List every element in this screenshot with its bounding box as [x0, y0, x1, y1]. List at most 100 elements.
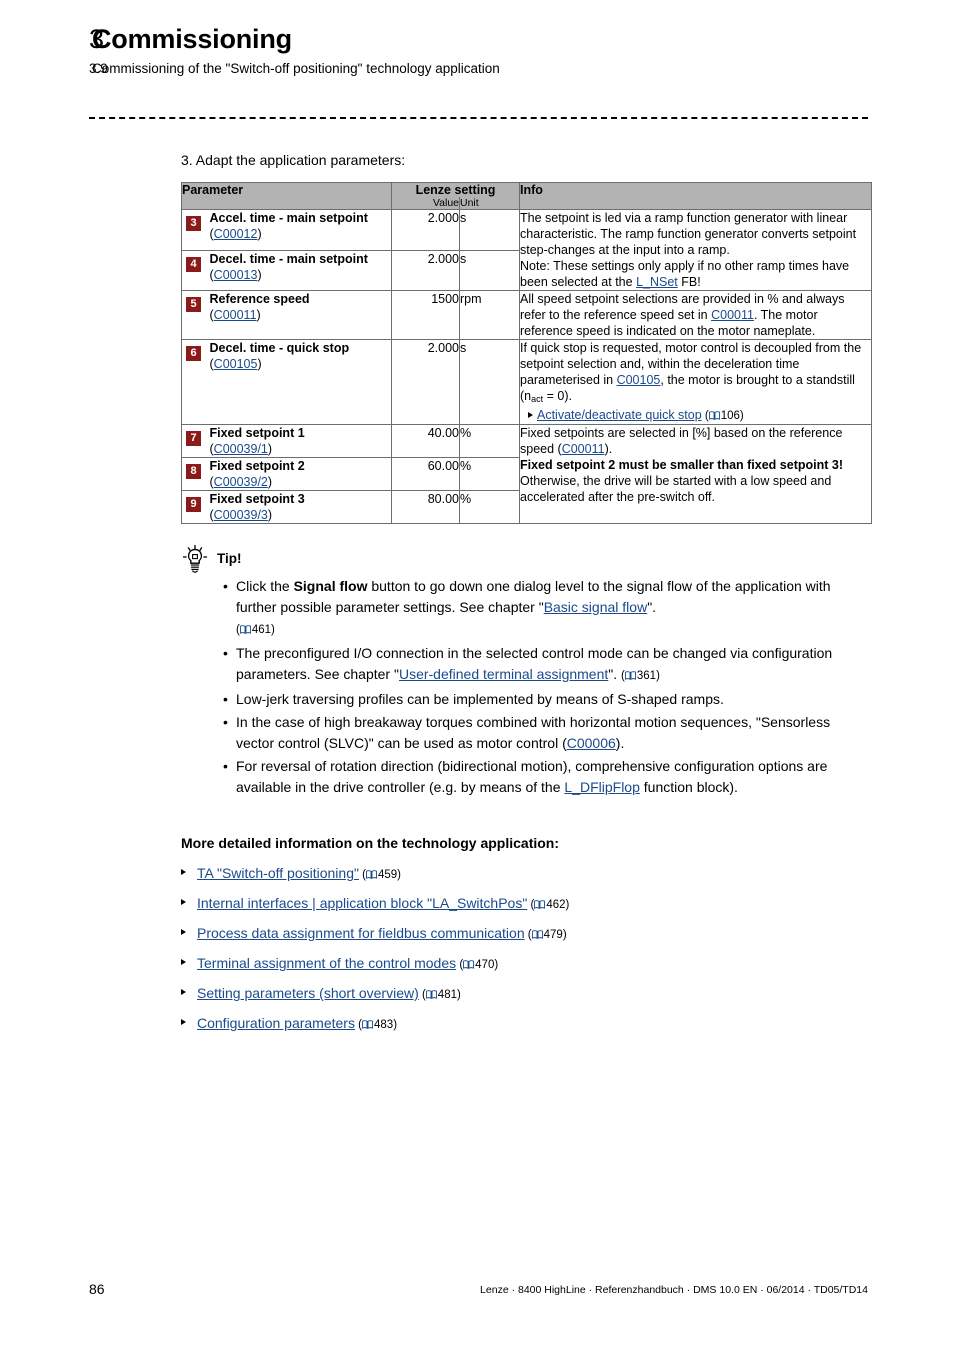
row-parameter-cell: Decel. time - quick stop (C00105) [209, 339, 392, 425]
row-unit-cell: % [459, 424, 520, 458]
tip-item-post: function block). [639, 779, 738, 795]
parameter-code-link[interactable]: C00013 [214, 268, 258, 282]
tip-item: Low-jerk traversing profiles can be impl… [223, 689, 871, 710]
page-reference: (361) [621, 670, 660, 682]
row-parameter-cell: Fixed setpoint 3 (C00039/3) [209, 490, 392, 524]
book-icon [708, 411, 720, 420]
l-dflipflop-link[interactable]: L_DFlipFlop [564, 779, 639, 795]
more-info-link[interactable]: Setting parameters (short overview) [197, 985, 419, 1001]
col-subheader-value: Value [391, 197, 460, 210]
book-icon [366, 870, 377, 879]
step-instruction: 3. Adapt the application parameters: [181, 152, 406, 168]
col-header-parameter: Parameter [181, 182, 392, 197]
tip-item-pre: Low-jerk traversing profiles can be impl… [236, 691, 724, 707]
arrow-bullet-icon [181, 929, 186, 935]
tip-item-post: ). [615, 735, 625, 751]
more-info-item: Configuration parameters (483) [181, 1013, 871, 1035]
page-reference-number: 462 [546, 899, 566, 911]
page-header: 3 Commissioning 3.9 Commissioning of the… [0, 22, 954, 78]
row-value-cell: 40.00 [391, 424, 460, 458]
tip-item-pre: In the case of high breakaway torques co… [236, 714, 831, 751]
page-reference: (462) [527, 899, 570, 911]
book-icon [362, 1020, 373, 1029]
chapter-title: Commissioning [92, 24, 292, 54]
book-icon [624, 671, 636, 680]
row-parameter-cell: Accel. time - main setpoint (C00012) [209, 209, 392, 251]
row-badge-cell: 8 [181, 457, 210, 491]
row-unit-cell: % [459, 490, 520, 524]
more-info-item: Terminal assignment of the control modes… [181, 953, 871, 975]
page-reference-number: 481 [437, 989, 457, 1001]
c00006-link[interactable]: C00006 [567, 735, 616, 751]
more-info-item: Internal interfaces | application block … [181, 893, 871, 915]
col-subheader-unit: Unit [459, 197, 520, 210]
c00011-link[interactable]: C00011 [562, 442, 605, 456]
tip-box: Tip! Click the Signal flow button to go … [181, 542, 871, 798]
book-icon [531, 930, 543, 939]
step-badge: 5 [186, 297, 201, 312]
header-divider [89, 117, 868, 119]
more-info-link[interactable]: Terminal assignment of the control modes [197, 955, 456, 971]
more-info-link[interactable]: Process data assignment for fieldbus com… [197, 925, 525, 941]
parameter-code-link[interactable]: C00011 [214, 308, 257, 322]
tip-item: For reversal of rotation direction (bidi… [223, 756, 871, 798]
c00105-link[interactable]: C00105 [617, 373, 661, 387]
parameter-code: (C00012) [209, 227, 262, 241]
more-info-item: Setting parameters (short overview) (481… [181, 983, 871, 1005]
col-header-info: Info [519, 182, 872, 210]
row-value-cell: 80.00 [391, 490, 460, 524]
parameter-code-link[interactable]: C00105 [214, 357, 258, 371]
table-row: 3 Accel. time - main setpoint (C00012) 2… [181, 209, 872, 291]
tip-item: Click the Signal flow button to go down … [223, 576, 871, 641]
footer-page-number: 86 [89, 1281, 105, 1297]
parameter-code-link[interactable]: C00039/3 [214, 508, 268, 522]
row-value-cell: 1500 [391, 290, 460, 340]
more-info-link[interactable]: Configuration parameters [197, 1015, 355, 1031]
page-reference-number: 106 [720, 410, 740, 422]
book-icon [534, 900, 546, 909]
row-badge-cell: 9 [181, 490, 210, 524]
user-defined-terminal-assignment-link[interactable]: User-defined terminal assignment [399, 666, 608, 682]
parameter-name: Decel. time - quick stop [209, 341, 350, 355]
tip-item-pre: Click the [236, 578, 294, 594]
tip-list: Click the Signal flow button to go down … [181, 576, 871, 798]
row-parameter-cell: Decel. time - main setpoint (C00013) [209, 249, 392, 291]
row-unit-cell: s [459, 249, 520, 291]
more-info-link[interactable]: Internal interfaces | application block … [197, 895, 527, 911]
basic-signal-flow-link[interactable]: Basic signal flow [544, 599, 648, 615]
parameter-code-link[interactable]: C00012 [214, 227, 258, 241]
chapter-number: 3 [89, 24, 105, 54]
row-badge-cell: 5 [181, 290, 210, 340]
col-subheader-blank [181, 197, 392, 210]
parameter-code-link[interactable]: C00039/1 [214, 442, 268, 456]
arrow-bullet-icon [528, 412, 533, 418]
page-reference: (479) [524, 929, 567, 941]
row-parameter-cell: Fixed setpoint 2 (C00039/2) [209, 457, 392, 491]
row-value-cell: 2.000 [391, 209, 460, 251]
table-header-row: Parameter Lenze setting Info [181, 182, 872, 210]
parameter-name: Fixed setpoint 2 [209, 459, 305, 473]
arrow-bullet-icon [181, 959, 186, 965]
table-row: 5 Reference speed (C00011) 1500 rpm All … [181, 290, 872, 340]
step-badge: 9 [186, 497, 201, 512]
page-reference-number: 461 [251, 624, 272, 636]
row-unit-cell: % [459, 457, 520, 491]
c00011-link[interactable]: C00011 [711, 308, 754, 322]
activate-quick-stop-link[interactable]: Activate/deactivate quick stop [537, 408, 702, 422]
info-ramp-part2-post: FB! [677, 275, 701, 289]
more-info-link[interactable]: TA "Switch-off positioning" [197, 865, 359, 881]
tip-item-pre: For reversal of rotation direction (bidi… [236, 758, 828, 795]
book-icon [425, 990, 437, 999]
row-info-cell: The setpoint is led via a ramp function … [519, 209, 872, 291]
l-nset-link[interactable]: L_NSet [636, 275, 678, 289]
tip-item: The preconfigured I/O connection in the … [223, 643, 871, 687]
header-section-row: 3.9 Commissioning of the "Switch-off pos… [0, 60, 954, 78]
row-badge-cell: 6 [181, 339, 210, 425]
step-badge: 3 [186, 216, 201, 231]
tip-header: Tip! [181, 542, 871, 574]
info-fixedsp-tail: Otherwise, the drive will be started wit… [520, 474, 832, 504]
parameter-name: Accel. time - main setpoint [209, 211, 368, 225]
info-fixedsp-bold: Fixed setpoint 2 must be smaller than fi… [520, 458, 843, 472]
arrow-bullet-icon [181, 869, 186, 875]
parameter-code-link[interactable]: C00039/2 [214, 475, 268, 489]
